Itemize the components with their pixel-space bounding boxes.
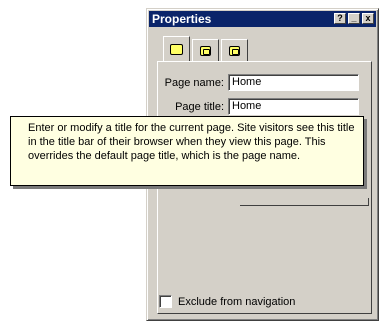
- page-title-row: Page title: Home: [162, 98, 359, 115]
- page-check-icon: [200, 45, 211, 56]
- exclude-label: Exclude from navigation: [178, 295, 296, 308]
- titlebar-buttons: ? _ x: [334, 13, 374, 24]
- tab-panel: Page name: Home Page title: Home: [157, 61, 372, 314]
- page-title-label: Page title:: [175, 100, 224, 113]
- tooltip-text: Enter or modify a title for the current …: [28, 122, 355, 162]
- window-titlebar: Properties ? _ x: [149, 11, 376, 27]
- minimize-button[interactable]: _: [348, 13, 360, 24]
- page-icon: [170, 43, 183, 55]
- exclude-checkbox[interactable]: [159, 295, 172, 308]
- tab-page[interactable]: [163, 36, 190, 61]
- page-title-tooltip: Enter or modify a title for the current …: [10, 116, 364, 186]
- page-title-input[interactable]: Home: [228, 98, 359, 115]
- page-name-input[interactable]: Home: [228, 74, 359, 91]
- help-button[interactable]: ?: [334, 13, 346, 24]
- obscured-field: [240, 198, 369, 206]
- close-button[interactable]: x: [362, 13, 374, 24]
- tab-page-check[interactable]: [192, 39, 219, 61]
- properties-tabs: [163, 36, 250, 61]
- page-name-row: Page name: Home: [162, 74, 359, 91]
- page-name-label: Page name:: [164, 76, 224, 89]
- screen: Properties ? _ x Page name: Home Page ti…: [0, 0, 381, 323]
- page-link-icon: [229, 45, 240, 56]
- window-title: Properties: [152, 12, 212, 26]
- exclude-row[interactable]: Exclude from navigation: [159, 295, 295, 308]
- tab-page-link[interactable]: [221, 39, 248, 61]
